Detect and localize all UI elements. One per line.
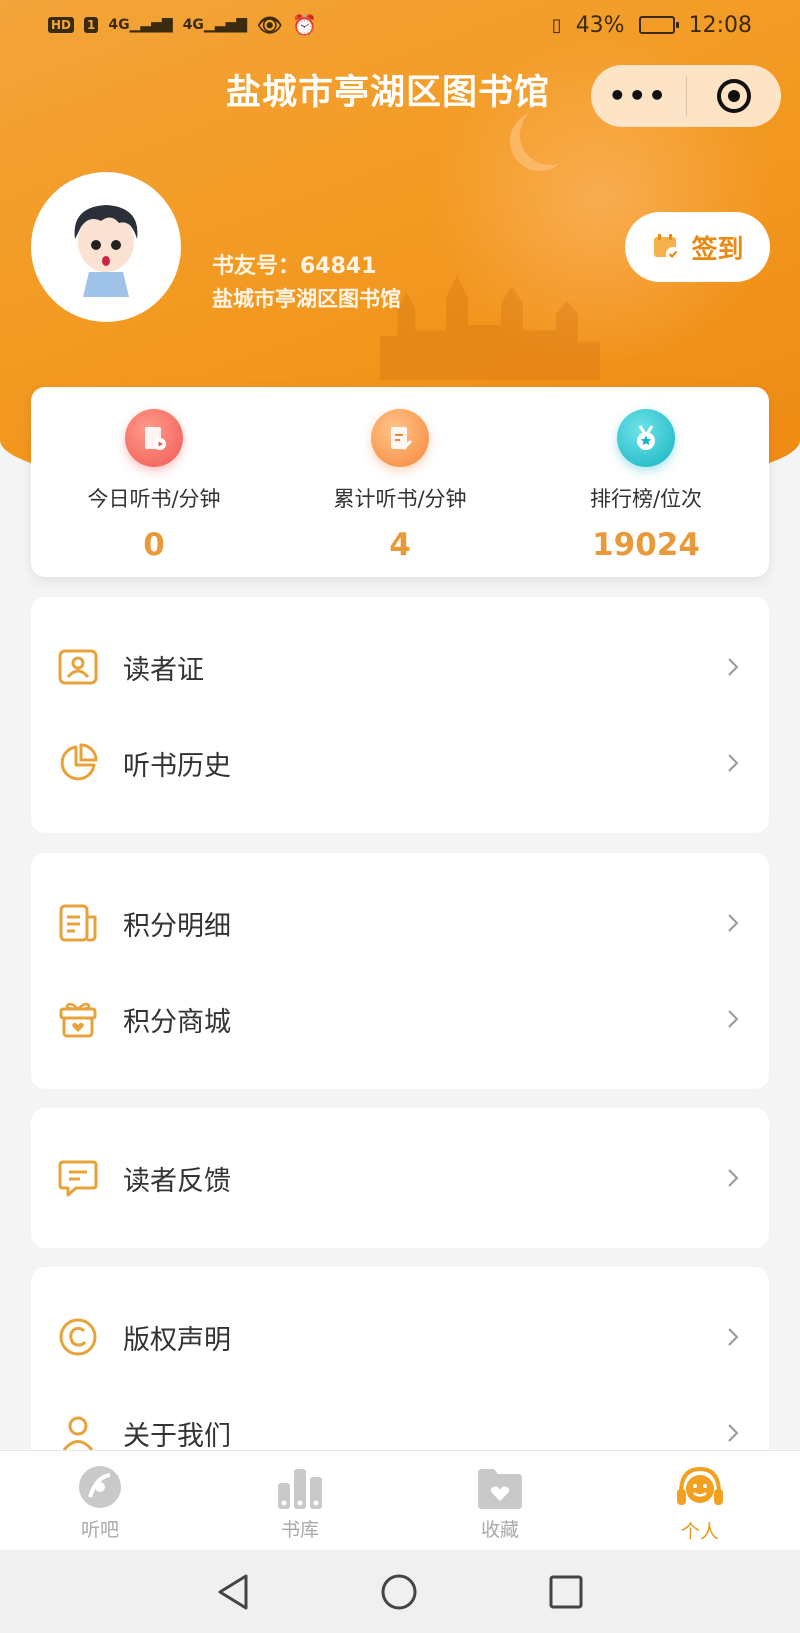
status-bar: HD 1 4G▁▃▅▇ 4G▁▃▅▇ 👁 ⏰ ▯ 43% 12:08	[0, 0, 800, 50]
avatar[interactable]	[31, 172, 181, 322]
close-button[interactable]	[687, 79, 782, 113]
cartoon-boy-icon	[74, 205, 138, 297]
chevron-right-icon	[728, 658, 739, 676]
document-list-icon	[57, 902, 99, 944]
clock: 12:08	[688, 12, 752, 38]
id-card-icon	[57, 646, 99, 688]
menu-item-label: 版权声明	[123, 1324, 231, 1356]
more-button[interactable]: •••	[591, 82, 686, 110]
mini-program-capsule: •••	[591, 65, 781, 127]
headphones-user-icon	[677, 1466, 723, 1505]
menu-item-label: 读者证	[123, 654, 204, 686]
menu-item-points-store[interactable]: 积分商城	[31, 971, 769, 1067]
menu-card-3: 读者反馈	[31, 1108, 769, 1248]
copyright-icon	[57, 1316, 99, 1358]
book-edit-icon	[371, 409, 429, 467]
status-left: HD 1 4G▁▃▅▇ 4G▁▃▅▇ 👁 ⏰	[48, 13, 317, 37]
chevron-right-icon	[728, 914, 739, 932]
chevron-right-icon	[728, 1010, 739, 1028]
stat-today[interactable]: 今日听书/分钟 0	[31, 387, 277, 577]
tab-listen[interactable]: 听吧	[0, 1451, 200, 1550]
alarm-icon: ⏰	[292, 13, 318, 37]
message-icon	[57, 1157, 99, 1199]
checkin-button[interactable]: 签到	[625, 212, 770, 282]
menu-item-label: 积分商城	[123, 1006, 231, 1038]
stat-label: 今日听书/分钟	[87, 487, 221, 511]
stat-label: 累计听书/分钟	[333, 487, 467, 511]
battery-percent: 43%	[575, 12, 625, 38]
sim-badge: 1	[84, 17, 99, 33]
heart-folder-icon	[478, 1469, 522, 1509]
menu-item-label: 关于我们	[123, 1420, 231, 1452]
target-icon	[716, 79, 751, 113]
stat-total[interactable]: 累计听书/分钟 4	[277, 387, 523, 577]
menu-item-feedback[interactable]: 读者反馈	[31, 1130, 769, 1226]
chevron-right-icon	[728, 754, 739, 772]
tab-label: 收藏	[480, 1519, 519, 1541]
tab-favorites[interactable]: 收藏	[400, 1451, 600, 1550]
user-id: 书友号：64841	[212, 254, 377, 279]
menu-item-reader-card[interactable]: 读者证	[31, 619, 769, 715]
system-navigation-bar	[0, 1550, 800, 1633]
disc-icon	[79, 1466, 121, 1508]
tab-label: 书库	[280, 1519, 319, 1541]
checkin-label: 签到	[691, 234, 744, 265]
stat-value: 19024	[592, 527, 700, 563]
stat-value: 0	[143, 527, 165, 563]
book-play-icon	[125, 409, 183, 467]
status-right: ▯ 43% 12:08	[552, 13, 752, 38]
stats-card: 今日听书/分钟 0 累计听书/分钟 4 排行榜/位次 19024	[31, 387, 769, 577]
signal-icon-2: 4G▁▃▅▇	[182, 17, 247, 33]
menu-item-label: 听书历史	[123, 750, 231, 782]
library-icon	[278, 1469, 322, 1509]
menu-item-label: 读者反馈	[123, 1165, 231, 1197]
stat-rank[interactable]: 排行榜/位次 19024	[523, 387, 769, 577]
menu-item-history[interactable]: 听书历史	[31, 715, 769, 811]
medal-icon	[617, 409, 675, 467]
battery-icon	[638, 16, 679, 34]
stat-label: 排行榜/位次	[589, 487, 703, 511]
chevron-right-icon	[728, 1328, 739, 1346]
back-icon[interactable]	[216, 1573, 250, 1611]
chevron-right-icon	[728, 1424, 739, 1442]
gift-icon	[57, 998, 99, 1040]
chevron-right-icon	[728, 1169, 739, 1187]
calendar-check-icon	[654, 234, 681, 261]
menu-card-1: 读者证 听书历史	[31, 597, 769, 833]
pie-chart-icon	[57, 742, 99, 784]
tab-library[interactable]: 书库	[200, 1451, 400, 1550]
user-icon	[57, 1412, 99, 1454]
stat-value: 4	[389, 527, 411, 563]
menu-item-copyright[interactable]: 版权声明	[31, 1289, 769, 1385]
menu-item-label: 积分明细	[123, 910, 231, 942]
recent-apps-icon[interactable]	[548, 1574, 584, 1610]
eye-icon: 👁	[257, 13, 283, 37]
tab-label: 听吧	[80, 1519, 119, 1541]
hd-badge: HD	[48, 17, 75, 33]
tab-label: 个人	[680, 1521, 719, 1543]
tab-profile[interactable]: 个人	[600, 1451, 800, 1550]
user-library: 盐城市亭湖区图书馆	[212, 287, 401, 311]
signal-icon: 4G▁▃▅▇	[108, 17, 173, 33]
vibrate-icon: ▯	[551, 14, 562, 36]
menu-card-2: 积分明细 积分商城	[31, 853, 769, 1089]
page-title: 盐城市亭湖区图书馆	[226, 73, 551, 113]
home-icon[interactable]	[380, 1573, 418, 1611]
bottom-tab-bar: 听吧 书库 收藏 个人	[0, 1450, 800, 1550]
menu-item-points-detail[interactable]: 积分明细	[31, 875, 769, 971]
